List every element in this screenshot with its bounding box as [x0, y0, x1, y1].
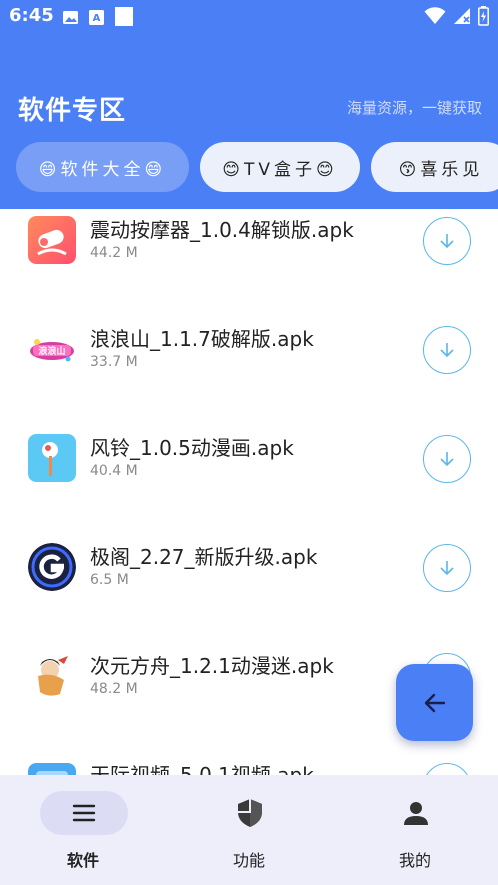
category-chips: 😄软件大全😄 😊TV盒子😊 😙喜乐见 — [16, 142, 498, 192]
app-size: 40.4 M — [90, 463, 138, 479]
app-size: 33.7 M — [90, 354, 138, 370]
app-name: 浪浪山_1.1.7破解版.apk — [90, 327, 314, 351]
blank-notification-icon — [114, 7, 134, 27]
bottom-navigation: 软件 功能 我的 — [0, 775, 498, 885]
nav-label-mine: 我的 — [398, 851, 431, 870]
header: 6:45 A 软件专区 海量资源，一键获取 😄软件大全😄 😊TV盒子😊 😙喜乐见 — [0, 0, 498, 209]
font-notification-icon: A — [88, 9, 105, 26]
download-button[interactable] — [423, 326, 471, 374]
download-arrow-icon — [440, 452, 454, 467]
person-icon — [401, 798, 431, 828]
signal-icon — [453, 7, 471, 29]
app-size: 44.2 M — [90, 245, 138, 261]
screen: 6:45 A 软件专区 海量资源，一键获取 😄软件大全😄 😊TV盒子😊 😙喜乐见… — [0, 0, 498, 885]
vibrator-app-icon — [28, 216, 76, 264]
back-fab-button[interactable] — [396, 664, 473, 741]
page-title: 软件专区 — [18, 96, 127, 126]
langlangshan-app-icon: 浪浪山 — [28, 325, 76, 373]
nav-label-features: 功能 — [232, 851, 265, 870]
ciyuan-app-icon — [28, 652, 76, 700]
list-item[interactable]: 极阁_2.27_新版升级.apk 6.5 M — [0, 509, 498, 618]
app-name: 震动按摩器_1.0.4解锁版.apk — [90, 218, 354, 242]
status-system-icons — [424, 6, 489, 30]
download-arrow-icon — [440, 343, 454, 358]
gallery-notification-icon — [62, 9, 79, 26]
download-button[interactable] — [423, 763, 471, 775]
download-arrow-icon — [440, 234, 454, 249]
download-button[interactable] — [423, 217, 471, 265]
svg-text:浪浪山: 浪浪山 — [38, 345, 65, 357]
menu-icon — [69, 798, 99, 828]
download-arrow-icon — [440, 561, 454, 576]
nav-item-features[interactable]: 功能 — [166, 775, 332, 885]
app-name: 次元方舟_1.2.1动漫迷.apk — [90, 654, 334, 678]
nav-item-software[interactable]: 软件 — [0, 775, 166, 885]
chip-tv-box[interactable]: 😊TV盒子😊 — [200, 142, 360, 192]
nav-item-mine[interactable]: 我的 — [332, 775, 498, 885]
chip-xilejian[interactable]: 😙喜乐见 — [371, 142, 498, 192]
jige-app-icon — [28, 543, 76, 591]
list-item[interactable]: 风铃_1.0.5动漫画.apk 40.4 M — [0, 400, 498, 509]
shield-icon — [235, 798, 265, 828]
nav-label-software: 软件 — [66, 851, 99, 870]
wifi-icon — [424, 7, 446, 29]
page-subtitle: 海量资源，一键获取 — [346, 99, 482, 117]
tianji-app-icon — [28, 763, 76, 775]
status-time: 6:45 — [9, 5, 54, 26]
status-notification-icons: A — [62, 7, 134, 27]
status-bar: 6:45 A — [0, 0, 498, 36]
battery-charging-icon — [478, 6, 489, 30]
fengling-app-icon — [28, 434, 76, 482]
download-button[interactable] — [423, 435, 471, 483]
list-item[interactable]: 震动按摩器_1.0.4解锁版.apk 44.2 M — [0, 209, 498, 291]
app-name: 天际视频_5.0.1视频.apk — [90, 763, 314, 775]
download-button[interactable] — [423, 544, 471, 592]
app-name: 风铃_1.0.5动漫画.apk — [90, 436, 294, 460]
app-size: 48.2 M — [90, 681, 138, 697]
app-size: 6.5 M — [90, 572, 129, 588]
arrow-left-icon — [424, 693, 445, 712]
app-name: 极阁_2.27_新版升级.apk — [90, 545, 318, 569]
chip-software-collection[interactable]: 😄软件大全😄 — [16, 142, 189, 192]
list-item[interactable]: 浪浪山 浪浪山_1.1.7破解版.apk 33.7 M — [0, 291, 498, 400]
svg-text:A: A — [93, 13, 101, 24]
